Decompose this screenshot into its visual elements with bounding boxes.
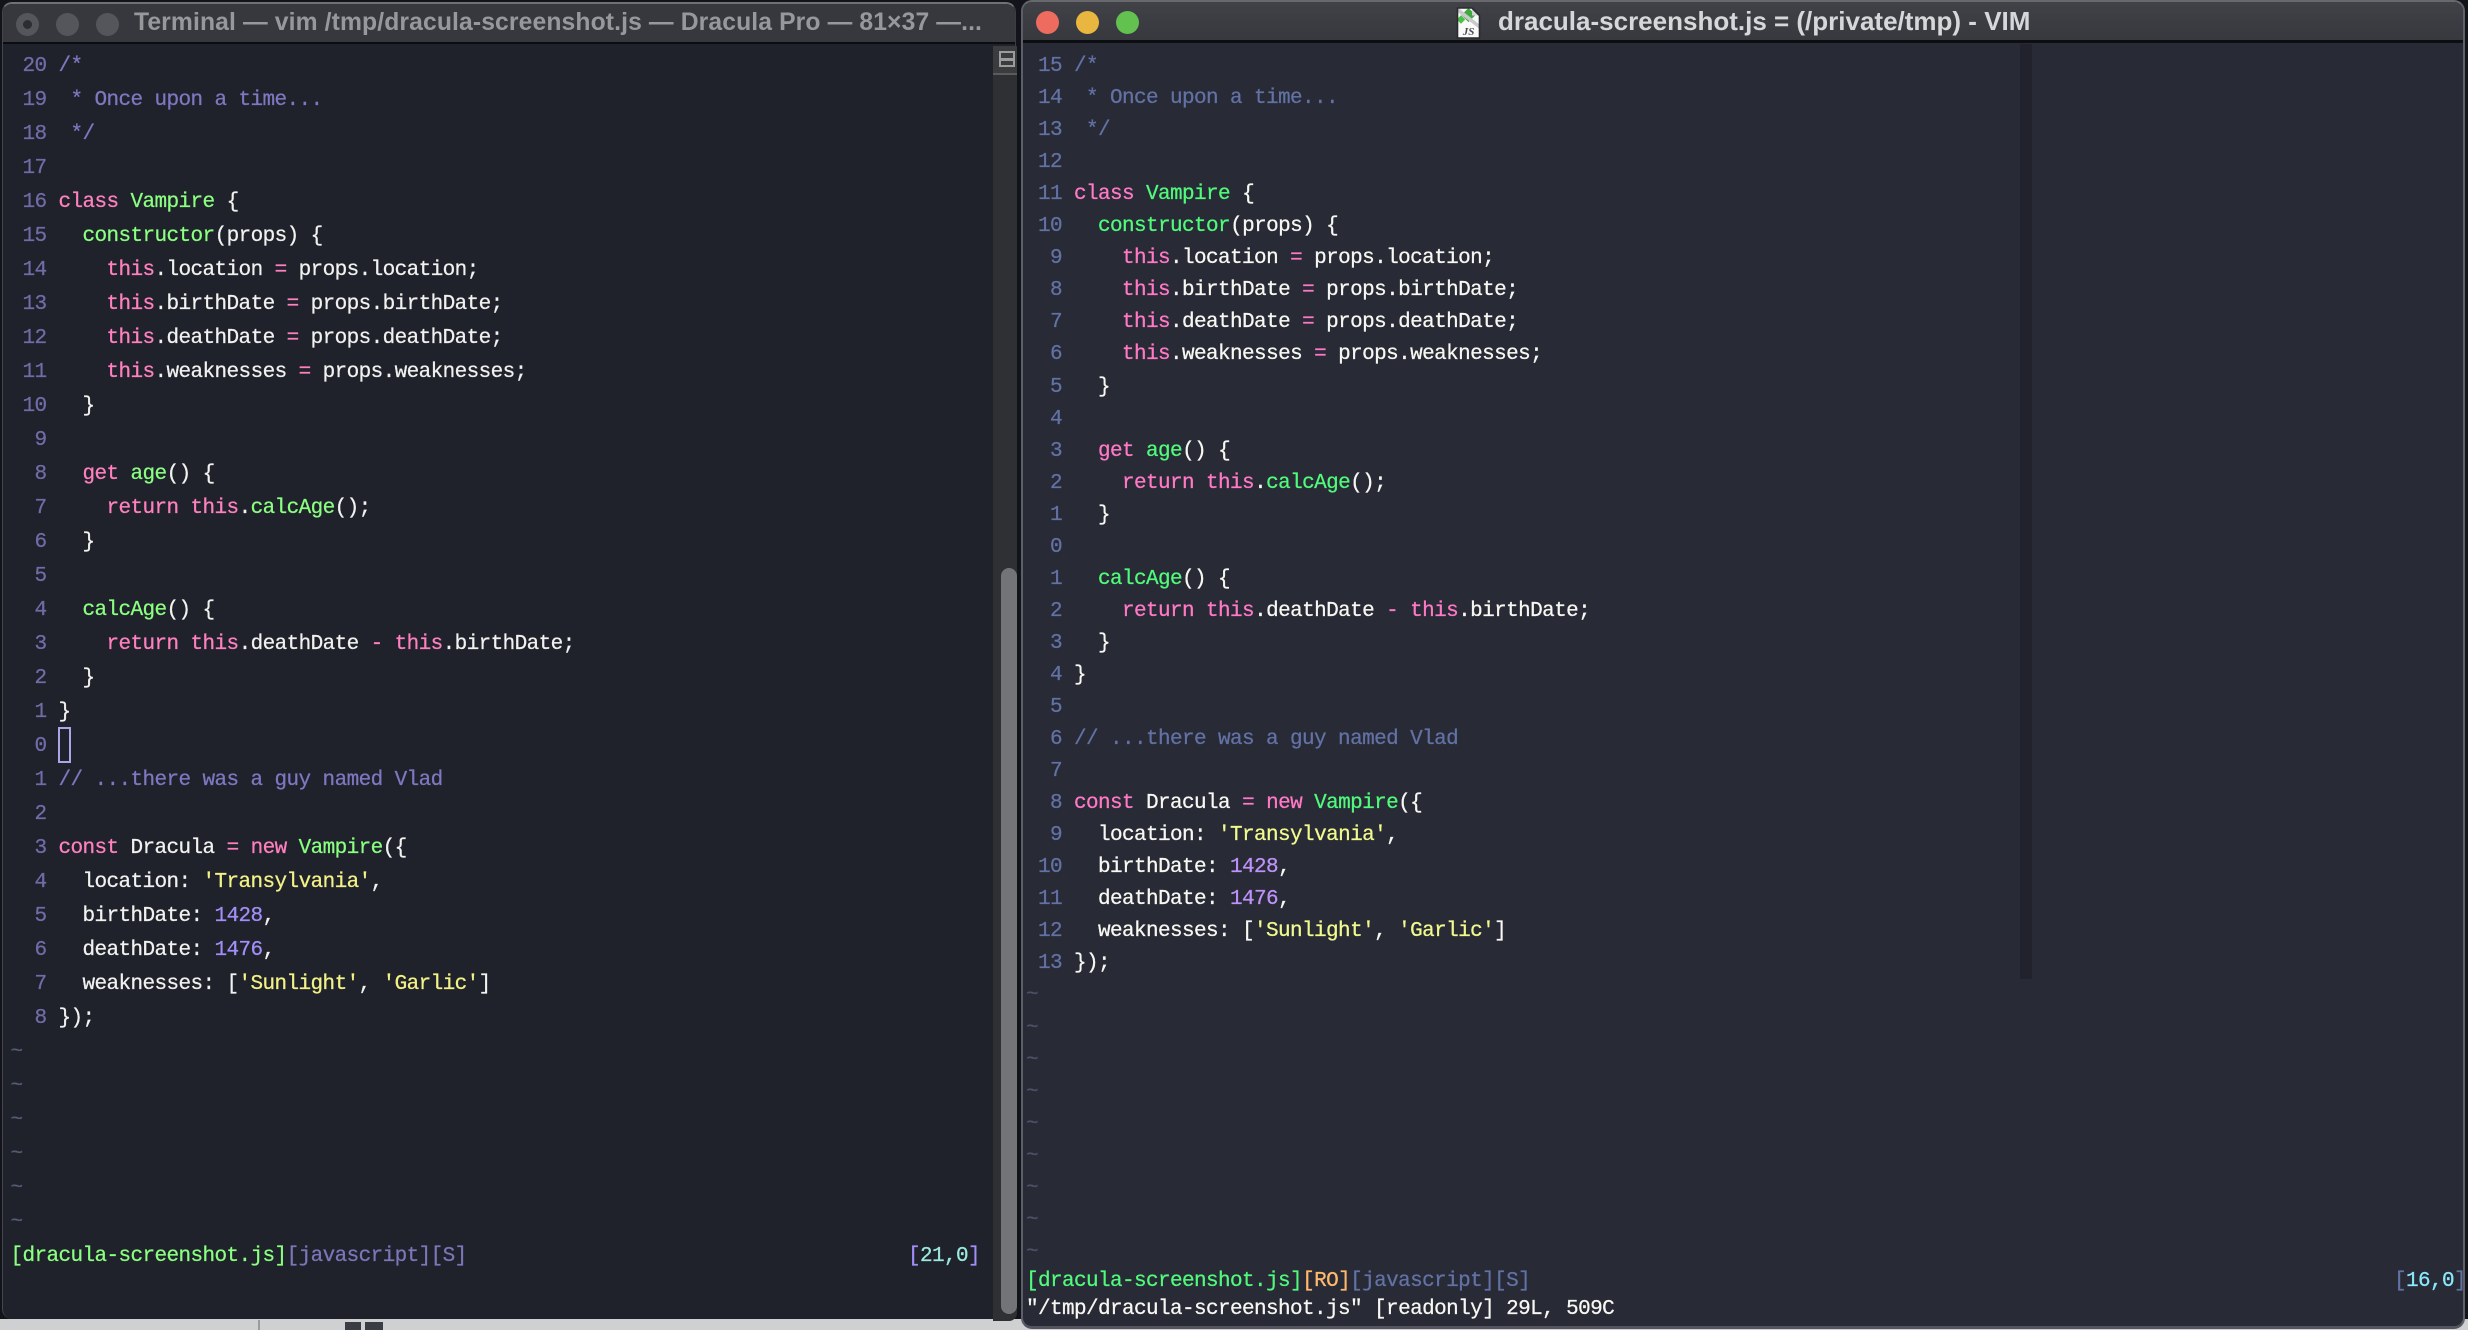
svg-text:JS: JS: [1462, 26, 1475, 38]
